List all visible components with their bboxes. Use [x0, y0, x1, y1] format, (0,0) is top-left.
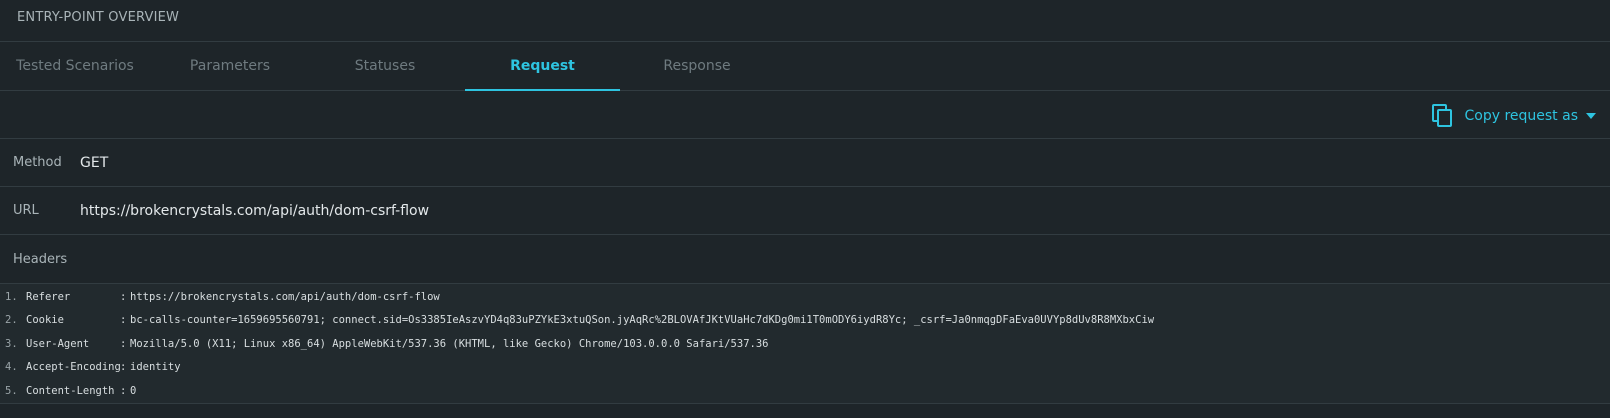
header-line: 3. User-Agent : Mozilla/5.0 (X11; Linux …	[0, 333, 1610, 356]
header-separator: :	[120, 314, 127, 327]
header-separator: :	[120, 384, 127, 397]
method-row: Method GET	[0, 139, 1610, 187]
tab-parameters[interactable]: Parameters	[155, 42, 305, 90]
url-row: URL https://brokencrystals.com/api/auth/…	[0, 187, 1610, 235]
tab-statuses[interactable]: Statuses	[310, 42, 460, 90]
header-key: Cookie	[26, 314, 64, 327]
caret-down-icon[interactable]	[1586, 113, 1596, 119]
line-number: 3.	[5, 337, 18, 350]
header-key: Content-Length	[26, 384, 115, 397]
panel-title: ENTRY-POINT OVERVIEW	[0, 0, 1610, 42]
copy-request-label: Copy request as	[1464, 108, 1578, 124]
line-number: 5.	[5, 384, 18, 397]
tab-bar: Tested Scenarios Parameters Statuses Req…	[0, 42, 1610, 91]
method-label: Method	[13, 155, 62, 170]
line-number: 4.	[5, 361, 18, 374]
line-number: 1.	[5, 291, 18, 303]
header-line: 1. Referer : https://brokencrystals.com/…	[0, 286, 1610, 309]
headers-code-block: 1. Referer : https://brokencrystals.com/…	[0, 284, 1610, 404]
headers-title: Headers	[0, 235, 1610, 284]
header-value: 0	[130, 384, 137, 397]
request-toolbar: Copy request as	[0, 91, 1610, 139]
url-value: https://brokencrystals.com/api/auth/dom-…	[80, 202, 430, 219]
entry-point-overview-panel: ENTRY-POINT OVERVIEW Tested Scenarios Pa…	[0, 0, 1610, 418]
tab-request[interactable]: Request	[465, 42, 620, 91]
header-key: Referer	[26, 291, 71, 303]
header-value: identity	[130, 361, 181, 374]
header-line: 5. Content-Length : 0	[0, 380, 1610, 403]
header-line: 2. Cookie : bc-calls-counter=16596955607…	[0, 309, 1610, 332]
tab-tested-scenarios[interactable]: Tested Scenarios	[0, 42, 150, 90]
method-value: GET	[80, 154, 109, 171]
header-value: bc-calls-counter=1659695560791; connect.…	[130, 314, 1155, 327]
header-value: Mozilla/5.0 (X11; Linux x86_64) AppleWeb…	[130, 337, 769, 350]
header-key: Accept-Encoding	[26, 361, 121, 374]
header-key: User-Agent	[26, 337, 90, 350]
line-number: 2.	[5, 314, 18, 327]
header-separator: :	[120, 361, 127, 374]
copy-request-as-button[interactable]: Copy request as	[1432, 103, 1596, 129]
tab-response[interactable]: Response	[622, 42, 772, 90]
copy-icon	[1432, 104, 1453, 127]
header-value: https://brokencrystals.com/api/auth/dom-…	[130, 291, 440, 303]
header-line: 4. Accept-Encoding : identity	[0, 356, 1610, 379]
url-label: URL	[13, 203, 39, 218]
header-separator: :	[120, 337, 127, 350]
header-separator: :	[120, 291, 127, 303]
